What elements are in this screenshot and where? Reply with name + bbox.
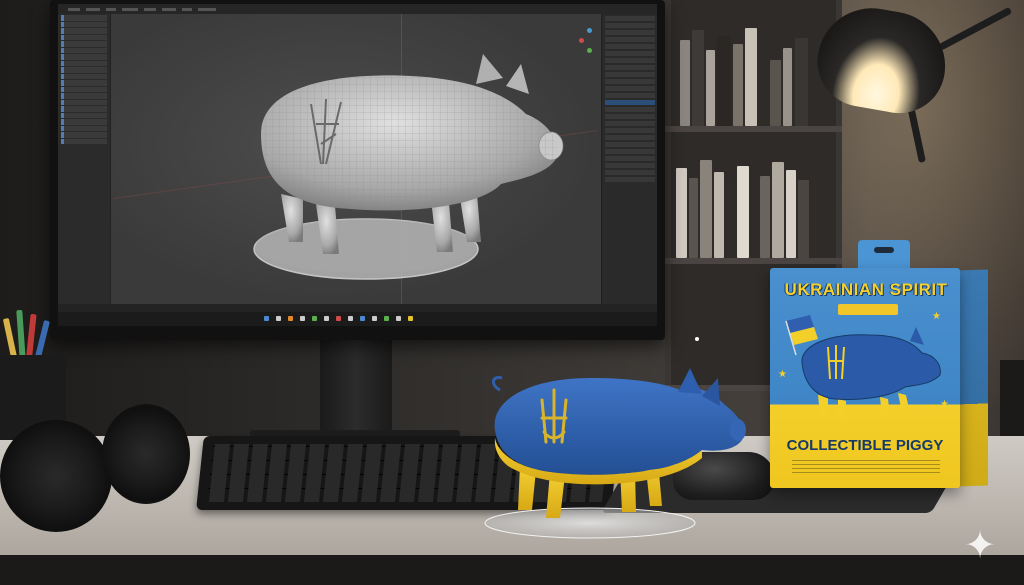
box-hang-tab — [858, 240, 910, 270]
box-side-panel — [958, 269, 988, 487]
monitor-stand — [320, 340, 392, 438]
box-title: UKRAINIAN SPIRIT — [784, 280, 948, 299]
blender-outliner-panel — [601, 14, 657, 304]
sparkle-icon: ✦ — [964, 523, 996, 567]
blender-menu-items — [58, 4, 657, 14]
blender-3d-viewport — [111, 14, 600, 304]
box-subtitle: COLLECTIBLE PIGGY — [786, 437, 944, 454]
power-led — [695, 337, 699, 341]
os-taskbar — [58, 312, 657, 326]
pig-wireframe-model — [253, 54, 564, 280]
box-fine-print — [792, 460, 940, 474]
pig-figurine — [484, 368, 746, 539]
star-icon: ★ — [940, 399, 949, 410]
monitor-screen — [58, 4, 657, 326]
desk-edge — [0, 555, 1024, 585]
blender-status-bar — [58, 304, 657, 312]
blender-left-panel — [58, 14, 111, 304]
shelf-board — [665, 258, 842, 264]
scene: UKRAINIAN SPIRIT ★ ★ ★ ★ COLLECTIBLE PIG… — [0, 0, 1024, 585]
box-pig-illustration — [785, 315, 941, 419]
shelf-board — [665, 126, 842, 132]
star-icon: ★ — [778, 369, 787, 380]
monitor — [50, 0, 699, 341]
star-icon: ★ — [790, 404, 799, 415]
star-icon: ★ — [932, 311, 941, 322]
